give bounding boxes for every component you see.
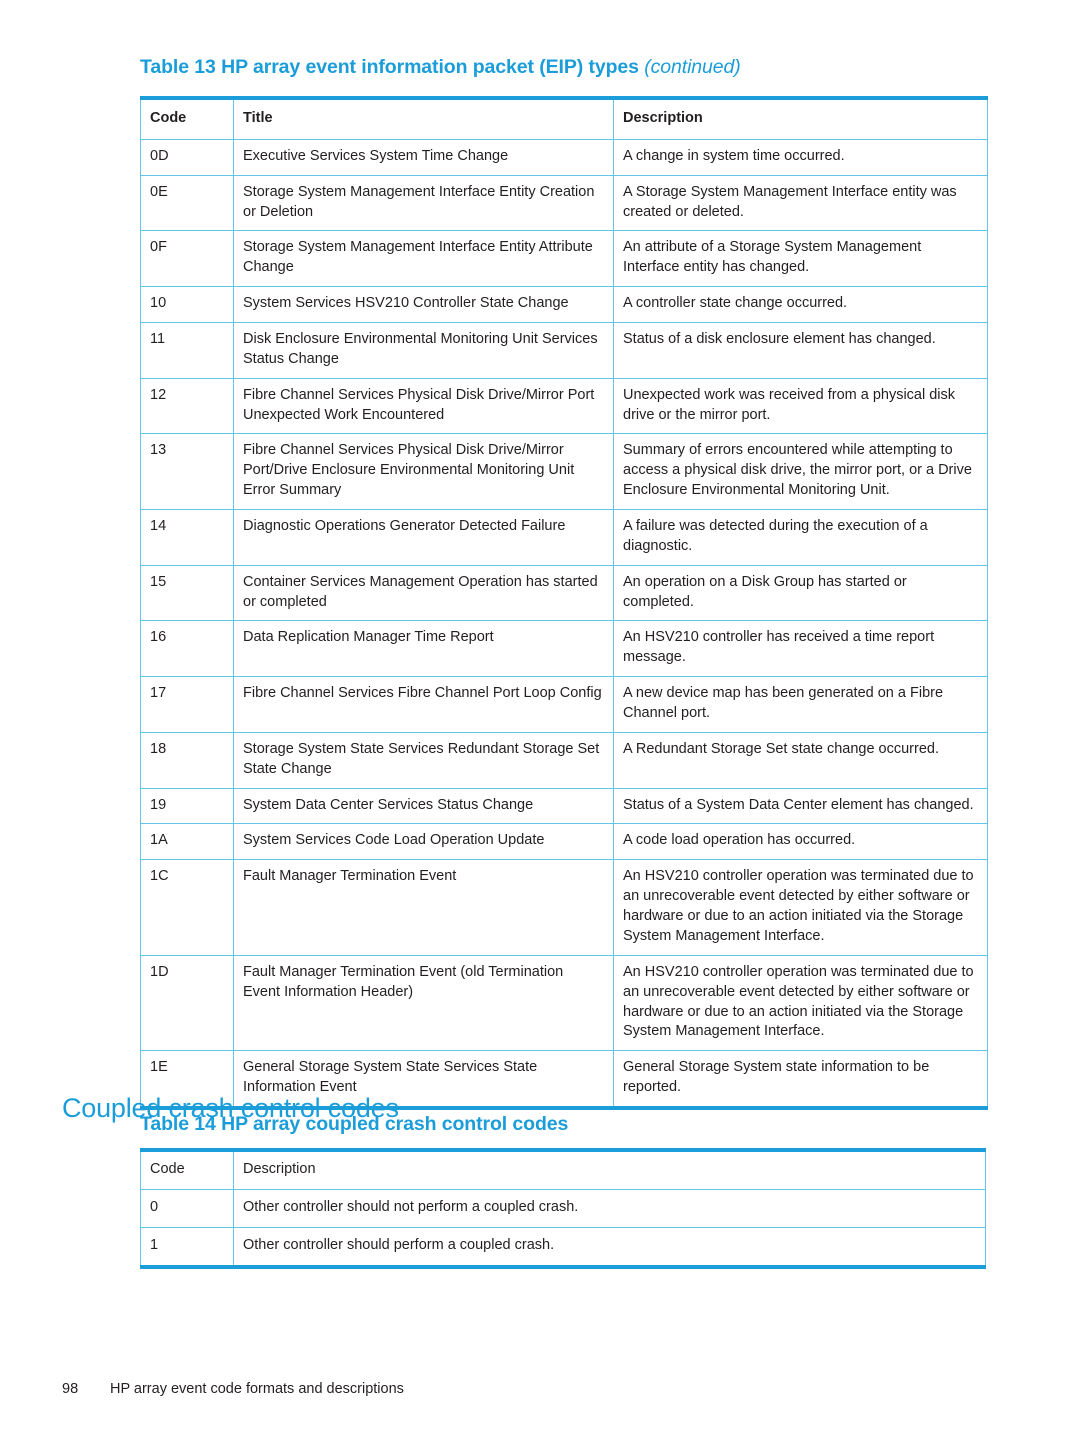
cell-title: Container Services Management Operation … <box>233 565 614 622</box>
table14-header-row: Code Description <box>140 1150 986 1190</box>
cell-description: An HSV210 controller operation was termi… <box>613 859 988 956</box>
cell-title: Disk Enclosure Environmental Monitoring … <box>233 322 614 379</box>
table-row: 16 Data Replication Manager Time Report … <box>140 620 988 678</box>
cell-code: 13 <box>140 433 234 511</box>
cell-code: 1C <box>140 859 234 956</box>
table-row: 0F Storage System Management Interface E… <box>140 230 988 288</box>
table-row: 0E Storage System Management Interface E… <box>140 175 988 232</box>
cell-code: 11 <box>140 322 234 379</box>
cell-code: 0E <box>140 175 234 232</box>
table-row: 11 Disk Enclosure Environmental Monitori… <box>140 322 988 379</box>
table-row: 13 Fibre Channel Services Physical Disk … <box>140 433 988 511</box>
cell-code: 17 <box>140 676 234 733</box>
cell-description: A Storage System Management Interface en… <box>613 175 988 232</box>
table-row: 19 System Data Center Services Status Ch… <box>140 788 988 825</box>
cell-description: Summary of errors encountered while atte… <box>613 433 988 511</box>
cell-description: An HSV210 controller has received a time… <box>613 620 988 678</box>
cell-description: A Redundant Storage Set state change occ… <box>613 732 988 789</box>
cell-description: Other controller should perform a couple… <box>233 1227 986 1267</box>
cell-code: 1 <box>140 1227 234 1267</box>
table13-caption-continued: (continued) <box>644 56 741 78</box>
table-row: 1D Fault Manager Termination Event (old … <box>140 955 988 1052</box>
table13-header-description: Description <box>613 98 988 140</box>
page-number: 98 <box>62 1381 79 1397</box>
page-footer: 98 HP array event code formats and descri… <box>62 1381 404 1397</box>
table-row: 10 System Services HSV210 Controller Sta… <box>140 286 988 324</box>
cell-title: System Services Code Load Operation Upda… <box>233 823 614 861</box>
cell-description: Unexpected work was received from a phys… <box>613 378 988 435</box>
table-row: 1A System Services Code Load Operation U… <box>140 823 988 861</box>
table13-eip-types: Code Title Description 0D Executive Serv… <box>140 96 988 1110</box>
cell-code: 18 <box>140 732 234 789</box>
cell-code: 10 <box>140 286 234 324</box>
cell-description: An operation on a Disk Group has started… <box>613 565 988 622</box>
cell-description: An attribute of a Storage System Managem… <box>613 230 988 288</box>
document-page: Table 13 HP array event information pack… <box>0 0 1080 1438</box>
table13-caption-main: Table 13 HP array event information pack… <box>140 56 639 78</box>
table14-coupled-crash-control-codes: Code Description 0 Other controller shou… <box>140 1148 986 1269</box>
table14-header-code: Code <box>140 1150 234 1190</box>
cell-title: Fibre Channel Services Physical Disk Dri… <box>233 378 614 435</box>
cell-title: System Data Center Services Status Chang… <box>233 788 614 825</box>
table13-header-code: Code <box>140 98 234 140</box>
table13-header-title: Title <box>233 98 614 140</box>
cell-description: Status of a disk enclosure element has c… <box>613 322 988 379</box>
cell-description: General Storage System state information… <box>613 1050 988 1108</box>
table13-header-row: Code Title Description <box>140 98 988 140</box>
cell-code: 0 <box>140 1189 234 1228</box>
cell-title: Executive Services System Time Change <box>233 139 614 176</box>
cell-title: Storage System Management Interface Enti… <box>233 230 614 288</box>
cell-title: Diagnostic Operations Generator Detected… <box>233 509 614 566</box>
cell-code: 0D <box>140 139 234 176</box>
cell-code: 1A <box>140 823 234 861</box>
cell-code: 16 <box>140 620 234 678</box>
cell-description: A change in system time occurred. <box>613 139 988 176</box>
table-row: 0 Other controller should not perform a … <box>140 1189 986 1228</box>
table-row: 17 Fibre Channel Services Fibre Channel … <box>140 676 988 733</box>
cell-description: A code load operation has occurred. <box>613 823 988 861</box>
cell-description: Other controller should not perform a co… <box>233 1189 986 1228</box>
cell-title: Storage System State Services Redundant … <box>233 732 614 789</box>
footer-chapter-title: HP array event code formats and descript… <box>110 1381 404 1397</box>
cell-description: Status of a System Data Center element h… <box>613 788 988 825</box>
table-row: 14 Diagnostic Operations Generator Detec… <box>140 509 988 566</box>
cell-description: A new device map has been generated on a… <box>613 676 988 733</box>
cell-code: 19 <box>140 788 234 825</box>
cell-title: Data Replication Manager Time Report <box>233 620 614 678</box>
table-row: 15 Container Services Management Operati… <box>140 565 988 622</box>
cell-code: 0F <box>140 230 234 288</box>
table13-caption: Table 13 HP array event information pack… <box>140 56 741 79</box>
cell-title: Fault Manager Termination Event (old Ter… <box>233 955 614 1052</box>
cell-title: Fibre Channel Services Physical Disk Dri… <box>233 433 614 511</box>
cell-title: Fibre Channel Services Fibre Channel Por… <box>233 676 614 733</box>
table-row: 18 Storage System State Services Redunda… <box>140 732 988 789</box>
cell-code: 12 <box>140 378 234 435</box>
table14-caption: Table 14 HP array coupled crash control … <box>140 1113 569 1135</box>
table-row: 1C Fault Manager Termination Event An HS… <box>140 859 988 956</box>
cell-code: 14 <box>140 509 234 566</box>
cell-code: 1D <box>140 955 234 1052</box>
table14-header-description: Description <box>233 1150 986 1190</box>
table-row: 1 Other controller should perform a coup… <box>140 1227 986 1267</box>
cell-title: System Services HSV210 Controller State … <box>233 286 614 324</box>
cell-description: A failure was detected during the execut… <box>613 509 988 566</box>
cell-code: 15 <box>140 565 234 622</box>
cell-description: A controller state change occurred. <box>613 286 988 324</box>
cell-title: Storage System Management Interface Enti… <box>233 175 614 232</box>
table-row: 0D Executive Services System Time Change… <box>140 139 988 176</box>
table-row: 12 Fibre Channel Services Physical Disk … <box>140 378 988 435</box>
cell-title: Fault Manager Termination Event <box>233 859 614 956</box>
cell-description: An HSV210 controller operation was termi… <box>613 955 988 1052</box>
